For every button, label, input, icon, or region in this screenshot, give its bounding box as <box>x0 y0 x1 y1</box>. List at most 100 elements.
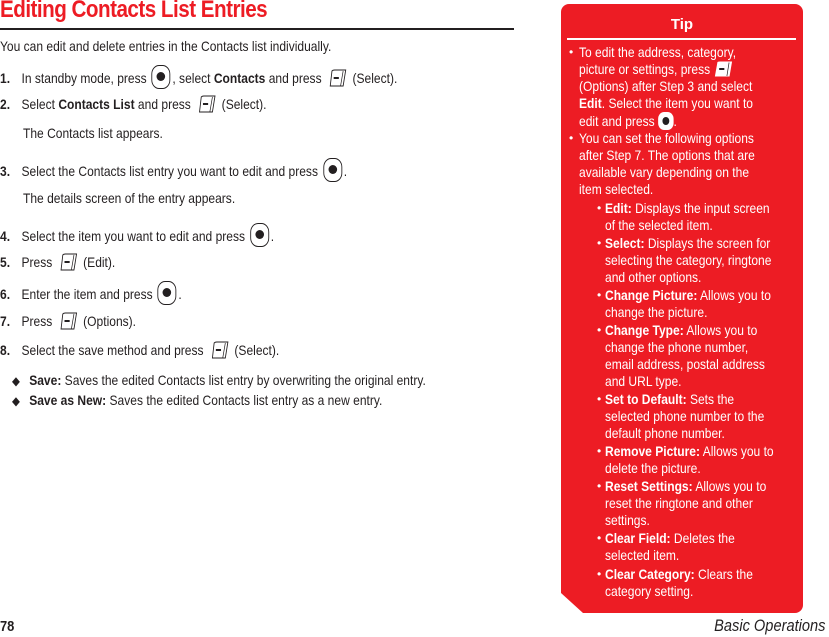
tip-option-label: Edit: <box>605 200 632 216</box>
tip-sub-bullet-icon: • <box>597 236 602 250</box>
step-text: Enter the item and press <box>21 286 157 302</box>
tip-option-line: Clear Category: Clears the <box>605 566 753 583</box>
tip-text: Edit. Select the item you want to <box>579 95 753 112</box>
center-select-key-icon <box>323 158 342 182</box>
tip-box: Tip • To edit the address, category, pic… <box>561 4 803 613</box>
tip-option-line: reset the ringtone and other <box>605 495 753 512</box>
tip-sub-bullet-icon: • <box>597 531 602 545</box>
tip-text: picture or settings, press <box>579 61 733 78</box>
tip-sub-bullet-icon: • <box>597 288 602 302</box>
step-4: 4. Select the item you want to edit and p… <box>0 223 274 247</box>
tip-text: You can set the following options <box>579 130 754 146</box>
tip-option-line: Remove Picture: Allows you to <box>605 443 774 460</box>
tip-option-text: Allows you to <box>697 287 771 303</box>
step-number: 4. <box>0 228 11 244</box>
center-select-key-icon <box>151 65 171 89</box>
tip-text-span: picture or settings, press <box>579 61 711 77</box>
diamond-bullet-icon: ◆ <box>12 394 20 408</box>
step-number: 7. <box>0 313 11 329</box>
tip-title: Tip <box>670 16 694 33</box>
step-text: (Options). <box>83 313 137 329</box>
tip-option-line: change the phone number, <box>605 339 748 356</box>
tip-option-line: of the selected item. <box>605 217 713 234</box>
tip-option-text: and other options. <box>605 269 702 285</box>
tip-sub-bullet-icon: • <box>597 567 602 581</box>
tip-text-span: . Select the item you want to <box>601 95 754 111</box>
tip-option-label: Change Picture: <box>605 287 698 303</box>
soft-key-icon <box>59 312 78 330</box>
tip-option-line: selecting the category, ringtone <box>605 252 771 269</box>
tip-sub-bullet-icon: • <box>597 323 602 337</box>
tip-option-text: and URL type. <box>605 373 682 389</box>
tip-option-text: delete the picture. <box>605 460 701 476</box>
tip-option-label: Select: <box>605 235 645 251</box>
tip-option-text: Sets the <box>686 391 735 407</box>
tip-option-text: email address, postal address <box>605 356 765 372</box>
soft-key-icon <box>198 95 217 113</box>
step-text: Press <box>21 313 56 329</box>
step-text: Select the save method and press <box>21 342 207 358</box>
tip-option-line: selected phone number to the <box>605 408 764 425</box>
soft-key-icon <box>714 61 733 77</box>
step-3: 3. Select the Contacts list entry you wan… <box>0 158 347 182</box>
page-title: Editing Contacts List Entries <box>0 0 268 23</box>
step-text: In standby mode, press <box>21 70 151 86</box>
step-text: and press <box>134 96 195 112</box>
step-2-note: The Contacts list appears. <box>23 125 163 141</box>
tip-sub-bullet-icon: • <box>597 444 602 458</box>
step-number: 6. <box>0 286 11 302</box>
tip-option-text: Displays the screen for <box>644 235 771 251</box>
tip-option-line: delete the picture. <box>605 460 701 477</box>
soft-key-icon <box>59 253 78 271</box>
tip-option-text: selecting the category, ringtone <box>605 252 772 268</box>
step-1: 1. In standby mode, press , select Contac… <box>0 65 397 89</box>
tip-option-line: Reset Settings: Allows you to <box>605 478 766 495</box>
step-5: 5. Press (Edit). <box>0 252 115 272</box>
tip-text-span: . <box>673 113 677 129</box>
tip-option-text: default phone number. <box>605 425 725 441</box>
tip-option-label: Reset Settings: <box>605 478 693 494</box>
tip-option-line: default phone number. <box>605 425 725 442</box>
tip-option-text: Allows you to <box>700 443 774 459</box>
step-text: Select the Contacts list entry you want … <box>21 163 322 179</box>
tip-option-text: change the picture. <box>605 304 708 320</box>
soft-key-icon <box>328 69 347 87</box>
step-6: 6. Enter the item and press . <box>0 281 182 305</box>
step-number: 2. <box>0 96 11 112</box>
tip-sub-bullet-icon: • <box>597 479 602 493</box>
tip-option-text: Displays the input screen <box>631 200 770 216</box>
step-3-note: The details screen of the entry appears. <box>23 190 236 206</box>
tip-option-label: Remove Picture: <box>605 443 701 459</box>
tip-option-text: Allows you to <box>683 322 758 338</box>
step-bold-term: Contacts <box>213 70 266 86</box>
tip-option-line: Edit: Displays the input screen <box>605 200 770 217</box>
step-text: , select <box>172 70 214 86</box>
tip-bullet-icon: • <box>569 131 574 145</box>
option-label: Save as New: <box>29 392 107 408</box>
page-number: 78 <box>0 618 15 635</box>
tip-option-label: Change Type: <box>605 322 684 338</box>
tip-option-text: Allows you to <box>692 478 767 494</box>
tip-option-text: Clears the <box>694 566 753 582</box>
intro-text: You can edit and delete entries in the C… <box>0 38 332 54</box>
tip-sub-bullet-icon: • <box>597 392 602 406</box>
diamond-bullet-icon: ◆ <box>12 374 20 388</box>
step-text: (Select). <box>221 96 267 112</box>
step-text: (Select). <box>234 342 280 358</box>
option-desc: Saves the edited Contacts list entry by … <box>61 372 426 388</box>
tip-option-line: category setting. <box>605 583 693 600</box>
tip-bold-term: Edit <box>579 95 602 111</box>
tip-option-label: Clear Field: <box>605 530 671 546</box>
step-7: 7. Press (Options). <box>0 311 136 331</box>
center-select-key-icon <box>658 112 673 130</box>
section-name: Basic Operations <box>713 616 825 635</box>
step-text: Select <box>21 96 59 112</box>
tip-text: (Options) after Step 3 and select <box>579 78 753 94</box>
tip-option-line: change the picture. <box>605 304 707 321</box>
tip-option-label: Set to Default: <box>605 391 687 407</box>
tip-text: item selected. <box>579 181 654 197</box>
tip-text: available vary depending on the <box>579 164 750 180</box>
save-option: ◆ Save: Saves the edited Contacts list en… <box>12 370 426 390</box>
tip-option-line: email address, postal address <box>605 356 765 373</box>
tip-option-text: Deletes the <box>670 530 735 546</box>
